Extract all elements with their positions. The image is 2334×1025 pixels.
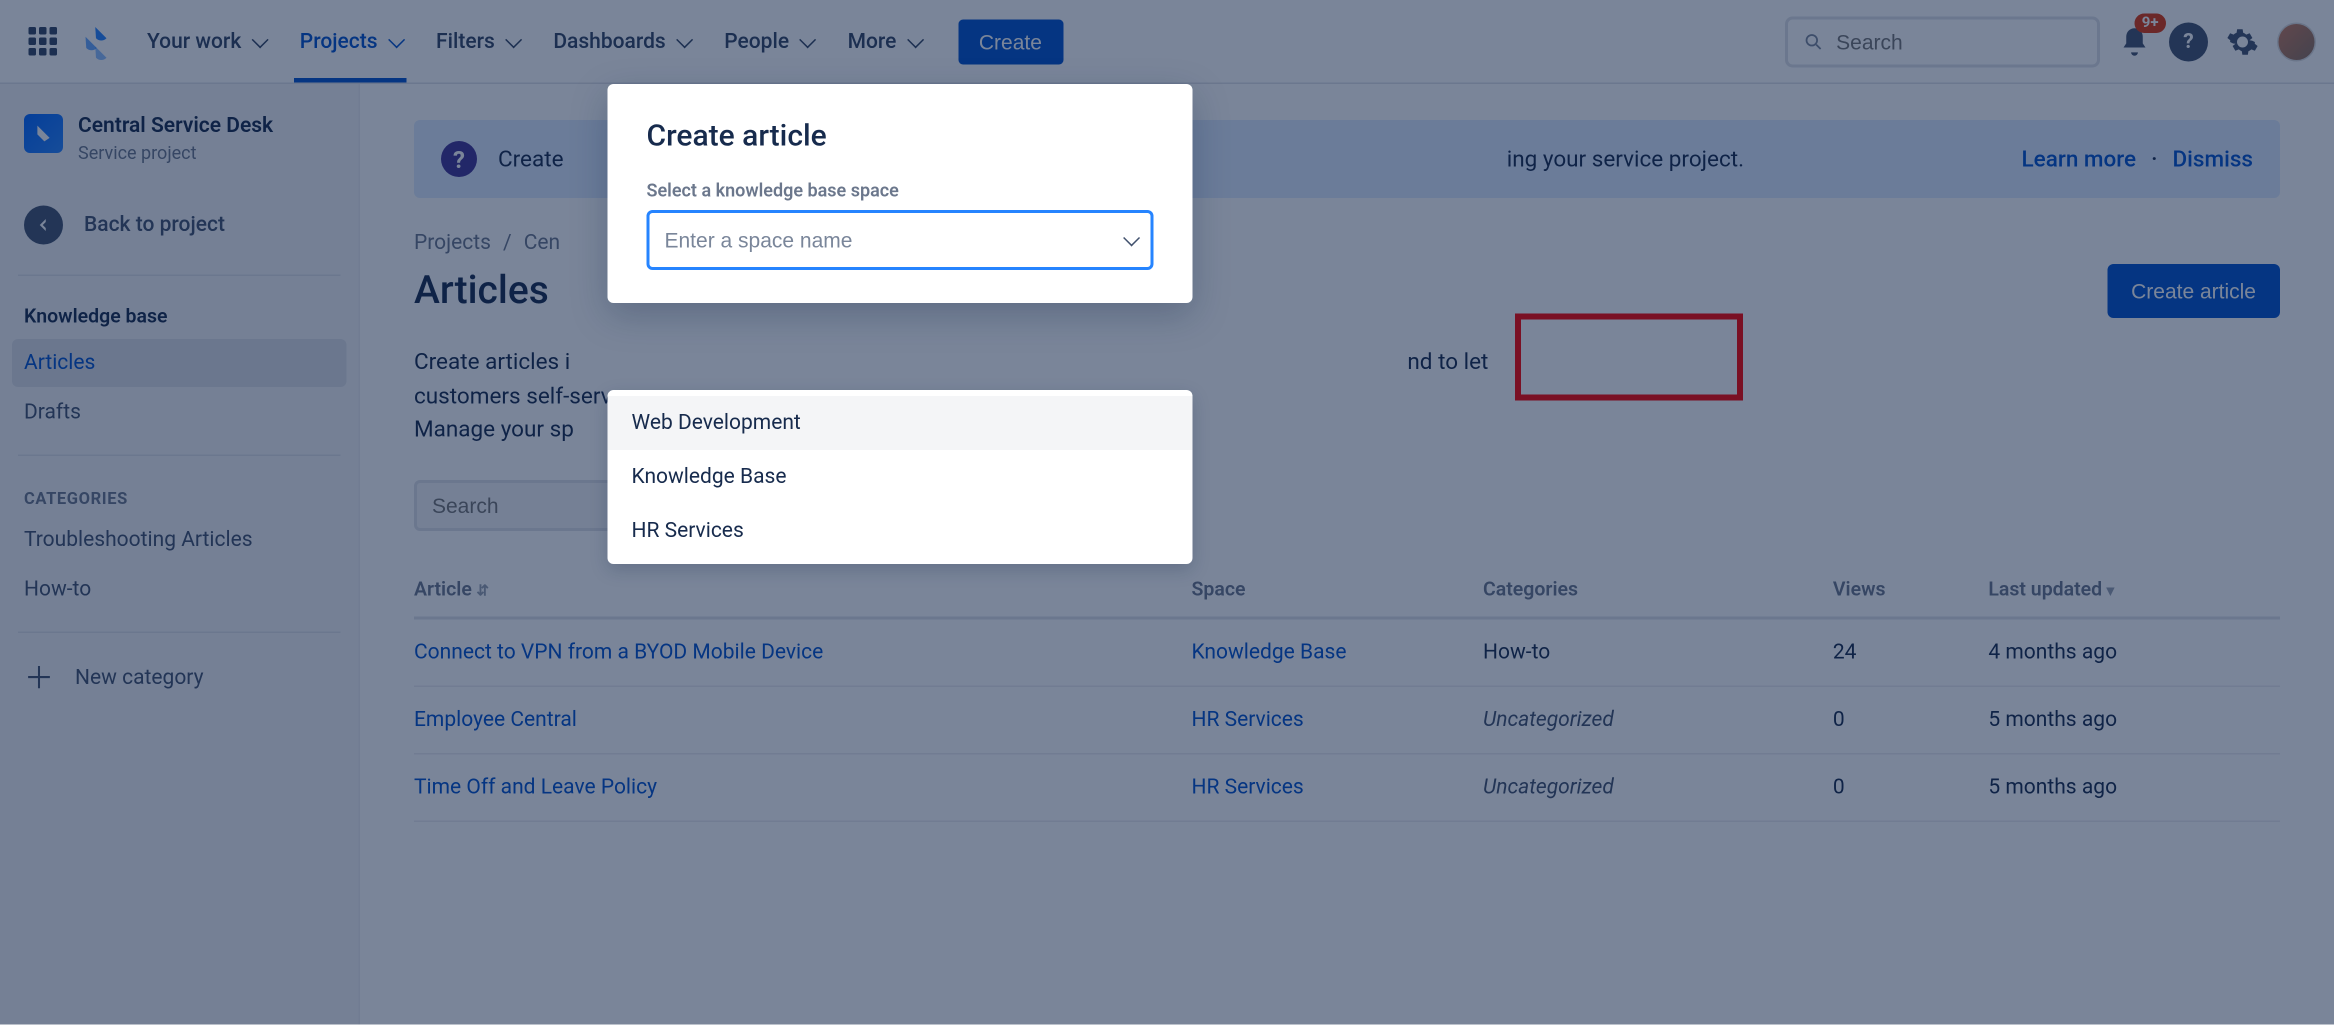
table-row: Employee Central HR Services Uncategorized…	[414, 686, 2280, 754]
dropdown-option[interactable]: Web Development	[608, 396, 1193, 450]
chevron-down-icon	[799, 31, 816, 48]
search-icon	[1803, 29, 1824, 53]
new-category-button[interactable]: ＋ New category	[12, 651, 347, 705]
breadcrumb-projects[interactable]: Projects	[414, 231, 491, 255]
sidebar-category-troubleshooting[interactable]: Troubleshooting Articles	[12, 516, 347, 564]
articles-table: Article⇵ Space Categories Views Last upd…	[414, 563, 2280, 821]
nav-people[interactable]: People	[709, 20, 826, 62]
global-search[interactable]	[1785, 16, 2100, 67]
plus-icon: ＋	[24, 663, 54, 693]
create-article-modal: Create article Select a knowledge base s…	[608, 84, 1193, 303]
categories-caption: CATEGORIES	[12, 474, 347, 515]
updated-cell: 5 months ago	[1988, 753, 2280, 821]
sort-icon[interactable]: ⇵	[476, 583, 489, 600]
category-cell: How-to	[1483, 640, 1550, 664]
views-cell: 0	[1833, 753, 1988, 821]
back-arrow-icon	[24, 205, 63, 244]
space-select[interactable]	[647, 210, 1154, 270]
modal-field-label: Select a knowledge base space	[647, 180, 1154, 201]
page-title: Articles	[414, 269, 549, 314]
category-cell: Uncategorized	[1483, 775, 1614, 799]
help-icon[interactable]: ?	[2169, 22, 2208, 61]
article-link[interactable]: Employee Central	[414, 707, 577, 731]
chevron-down-icon	[1123, 230, 1140, 247]
space-dropdown: Web Development Knowledge Base HR Servic…	[608, 390, 1193, 564]
dropdown-option[interactable]: HR Services	[608, 504, 1193, 558]
notifications-icon[interactable]: 9+	[2115, 22, 2154, 61]
space-link[interactable]: HR Services	[1191, 707, 1303, 731]
nav-more[interactable]: More	[833, 20, 934, 62]
chevron-down-icon	[907, 31, 924, 48]
space-link[interactable]: Knowledge Base	[1191, 640, 1346, 664]
views-cell: 24	[1833, 617, 1988, 685]
create-button[interactable]: Create	[958, 19, 1063, 64]
nav-dashboards[interactable]: Dashboards	[538, 20, 703, 62]
article-link[interactable]: Time Off and Leave Policy	[414, 775, 657, 799]
updated-cell: 4 months ago	[1988, 617, 2280, 685]
global-search-input[interactable]	[1836, 29, 2082, 53]
back-to-project[interactable]: Back to project	[12, 193, 347, 256]
sidebar-category-howto[interactable]: How-to	[12, 565, 347, 613]
settings-icon[interactable]	[2223, 22, 2262, 61]
project-icon	[24, 114, 63, 153]
views-cell: 0	[1833, 686, 1988, 754]
avatar[interactable]	[2277, 22, 2316, 61]
chevron-down-icon	[676, 31, 693, 48]
top-nav: Your work Projects Filters Dashboards Pe…	[0, 0, 2334, 84]
sidebar-item-drafts[interactable]: Drafts	[12, 388, 347, 436]
chevron-down-icon	[251, 31, 268, 48]
jira-logo-icon[interactable]	[78, 23, 114, 59]
sort-icon[interactable]: ▾	[2107, 583, 2115, 600]
dropdown-option[interactable]: Knowledge Base	[608, 450, 1193, 504]
nav-projects[interactable]: Projects	[285, 20, 415, 62]
learn-more-link[interactable]: Learn more	[2022, 146, 2137, 173]
app-switcher-icon[interactable]	[18, 17, 66, 65]
chevron-down-icon	[388, 31, 405, 48]
dismiss-link[interactable]: Dismiss	[2172, 146, 2253, 173]
space-select-input[interactable]	[665, 228, 1120, 252]
modal-title: Create article	[647, 117, 1154, 153]
info-icon: ?	[441, 141, 477, 177]
nav-your-work[interactable]: Your work	[132, 20, 279, 62]
table-row: Time Off and Leave Policy HR Services Unca…	[414, 753, 2280, 821]
create-article-button[interactable]: Create article	[2107, 264, 2280, 318]
article-link[interactable]: Connect to VPN from a BYOD Mobile Device	[414, 640, 823, 664]
sidebar-item-articles[interactable]: Articles	[12, 339, 347, 387]
table-row: Connect to VPN from a BYOD Mobile Device…	[414, 617, 2280, 685]
nav-filters[interactable]: Filters	[421, 20, 532, 62]
chevron-down-icon	[505, 31, 522, 48]
sidebar: Central Service Desk Service project Bac…	[0, 84, 360, 1025]
breadcrumb-current[interactable]: Cen	[524, 231, 560, 255]
space-link[interactable]: HR Services	[1191, 775, 1303, 799]
updated-cell: 5 months ago	[1988, 686, 2280, 754]
notification-badge: 9+	[2134, 13, 2166, 33]
project-type: Service project	[78, 142, 273, 163]
kb-section-title: Knowledge base	[12, 294, 347, 338]
category-cell: Uncategorized	[1483, 707, 1614, 731]
project-name: Central Service Desk	[78, 114, 273, 139]
